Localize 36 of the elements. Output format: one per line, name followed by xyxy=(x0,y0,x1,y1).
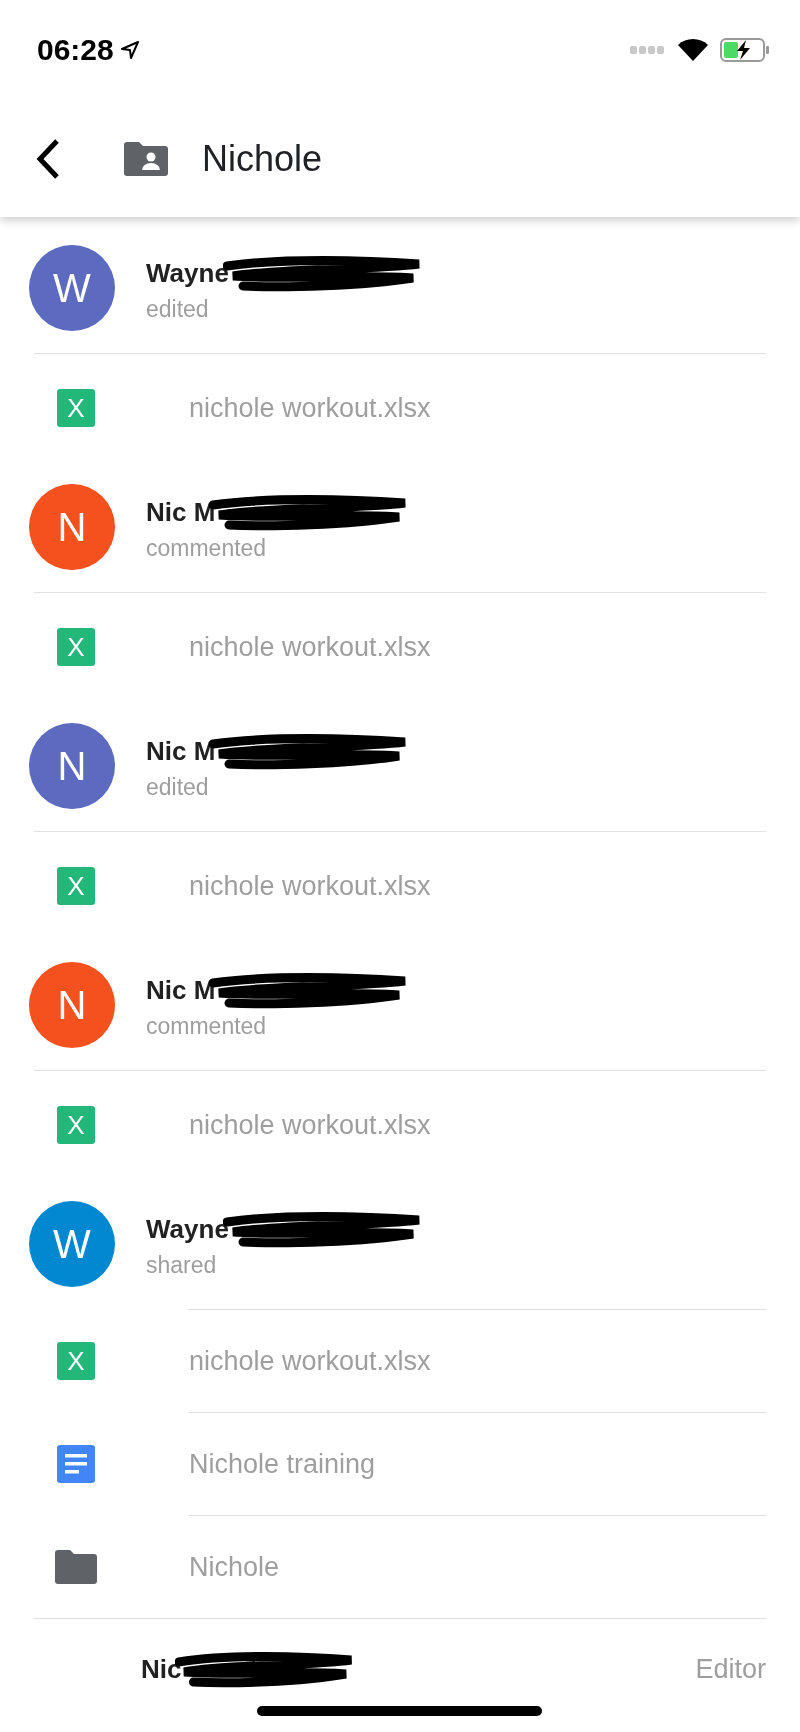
avatar: N xyxy=(29,962,115,1048)
spreadsheet-icon: X xyxy=(57,1106,95,1144)
file-name[interactable]: Nichole training xyxy=(189,1448,376,1480)
folder-icon xyxy=(55,1550,97,1584)
activity-action: shared xyxy=(146,1251,218,1279)
user-name: Wayne xyxy=(146,258,229,289)
back-chevron-icon xyxy=(35,137,61,180)
activity-action: edited xyxy=(146,295,210,323)
avatar: W xyxy=(29,1201,115,1287)
activity-action: commented xyxy=(146,1012,268,1040)
avatar: N xyxy=(29,723,115,809)
status-time: 06:28 xyxy=(37,33,114,67)
file-name[interactable]: nichole workout.xlsx xyxy=(189,1109,431,1141)
wifi-icon xyxy=(678,39,708,61)
avatar: W xyxy=(29,245,115,331)
spreadsheet-icon: X xyxy=(57,867,95,905)
member-role: Editor xyxy=(695,1654,766,1685)
file-name[interactable]: nichole workout.xlsx xyxy=(189,1345,431,1377)
spreadsheet-icon: X xyxy=(57,1342,95,1380)
user-name: Wayne xyxy=(146,1214,229,1245)
activity-action: edited xyxy=(146,773,210,801)
file-name[interactable]: Nichole xyxy=(189,1551,280,1583)
file-name[interactable]: nichole workout.xlsx xyxy=(189,870,431,902)
location-arrow-icon xyxy=(119,40,140,60)
shared-folder-icon xyxy=(124,141,168,176)
spreadsheet-icon: X xyxy=(57,389,95,427)
avatar: N xyxy=(29,484,115,570)
file-name[interactable]: nichole workout.xlsx xyxy=(189,392,431,424)
activity-action: commented xyxy=(146,534,268,562)
member-name: Nic xyxy=(141,1654,182,1685)
folder-title: Nichole xyxy=(202,137,323,180)
spreadsheet-icon: X xyxy=(57,628,95,666)
battery-icon xyxy=(720,38,770,62)
file-name[interactable]: nichole workout.xlsx xyxy=(189,631,431,663)
signal-icon xyxy=(630,46,666,54)
document-icon xyxy=(57,1445,95,1483)
